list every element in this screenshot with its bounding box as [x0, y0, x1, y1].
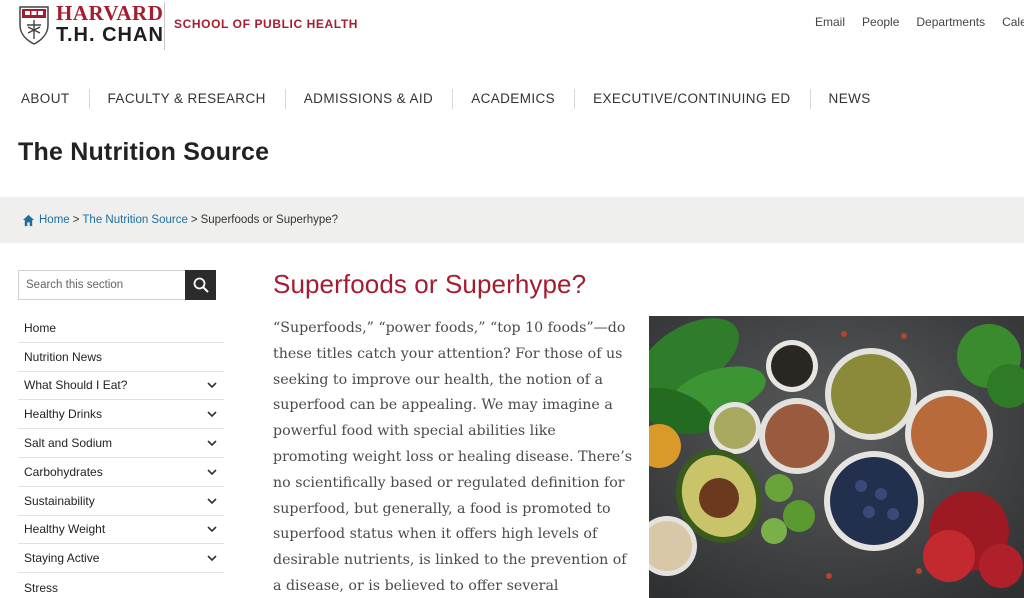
chevron-down-icon[interactable] — [206, 495, 218, 507]
sidebar-item-home[interactable]: Home — [18, 314, 224, 343]
harvard-shield-icon — [19, 6, 49, 45]
sidebar-item-staying-active[interactable]: Staying Active — [18, 544, 224, 574]
article-title: Superfoods or Superhype? — [273, 269, 587, 299]
sidebar-item-nutrition-news[interactable]: Nutrition News — [18, 343, 224, 372]
search-input[interactable] — [18, 270, 185, 300]
nav-academics[interactable]: ACADEMICS — [452, 88, 574, 109]
sidebar-item-label: Sustainability — [24, 493, 95, 508]
chevron-down-icon[interactable] — [206, 523, 218, 535]
util-link-departments[interactable]: Departments — [916, 15, 985, 29]
util-link-email[interactable]: Email — [815, 15, 845, 29]
chevron-down-icon[interactable] — [206, 466, 218, 478]
sidebar-item-label: Home — [24, 320, 57, 335]
sidebar-item-label: Staying Active — [24, 551, 100, 566]
breadcrumb-home[interactable]: Home — [39, 214, 70, 226]
chevron-down-icon[interactable] — [206, 408, 218, 420]
logo-harvard-text: HARVARD — [56, 1, 164, 25]
school-logo[interactable]: HARVARD T.H. CHAN — [18, 3, 164, 45]
chevron-down-icon[interactable] — [206, 552, 218, 564]
search-button[interactable] — [185, 270, 216, 300]
sidebar-item-label: Healthy Weight — [24, 522, 106, 537]
sidebar-item-healthy-weight[interactable]: Healthy Weight — [18, 516, 224, 545]
school-name[interactable]: SCHOOL OF PUBLIC HEALTH — [174, 17, 358, 31]
utility-nav: Email People Departments Cale — [815, 15, 1024, 29]
logo-divider — [164, 2, 165, 50]
sidebar-item-label: Healthy Drinks — [24, 407, 103, 422]
sidebar-menu: Home Nutrition News What Should I Eat? H… — [18, 314, 224, 598]
sidebar-item-label: Salt and Sodium — [24, 436, 113, 451]
nav-news[interactable]: NEWS — [809, 88, 890, 109]
article-body: “Superfoods,” “power foods,” “top 10 foo… — [273, 320, 633, 594]
breadcrumb-separator: > — [190, 214, 198, 226]
nav-about[interactable]: ABOUT — [0, 91, 89, 106]
sidebar-item-label: Carbohydrates — [24, 464, 103, 479]
sidebar-item-sustainability[interactable]: Sustainability — [18, 487, 224, 516]
nav-executive-continuing-ed[interactable]: EXECUTIVE/CONTINUING ED — [574, 88, 809, 109]
site-title[interactable]: The Nutrition Source — [18, 138, 269, 167]
sidebar-item-label: What Should I Eat? — [24, 378, 128, 393]
breadcrumb-current: Superfoods or Superhype? — [200, 214, 339, 226]
logo-chan-text: T.H. CHAN — [56, 24, 164, 46]
util-link-people[interactable]: People — [862, 15, 899, 29]
search-icon — [193, 277, 209, 293]
nav-faculty-research[interactable]: FACULTY & RESEARCH — [88, 88, 285, 109]
sidebar-item-label: Nutrition News — [24, 349, 103, 364]
superfoods-photo — [649, 316, 1024, 598]
sidebar-item-label: Stress — [24, 580, 59, 595]
nav-admissions-aid[interactable]: ADMISSIONS & AID — [284, 88, 452, 109]
sidebar-item-what-should-i-eat[interactable]: What Should I Eat? — [18, 372, 224, 401]
home-icon[interactable] — [22, 214, 35, 227]
sidebar-item-salt-and-sodium[interactable]: Salt and Sodium — [18, 429, 224, 458]
sidebar-item-stress[interactable]: Stress — [18, 573, 224, 598]
chevron-down-icon[interactable] — [206, 437, 218, 449]
sidebar-item-carbohydrates[interactable]: Carbohydrates — [18, 458, 224, 487]
chevron-down-icon[interactable] — [206, 379, 218, 391]
breadcrumb-separator: > — [72, 214, 80, 226]
section-search — [18, 270, 216, 300]
util-link-calendar[interactable]: Cale — [1002, 15, 1024, 29]
breadcrumb-nutrition-source[interactable]: The Nutrition Source — [82, 214, 187, 226]
sidebar-item-healthy-drinks[interactable]: Healthy Drinks — [18, 400, 224, 430]
breadcrumb: Home > The Nutrition Source > Superfoods… — [0, 197, 1024, 243]
main-nav: ABOUT FACULTY & RESEARCH ADMISSIONS & AI… — [0, 88, 890, 109]
